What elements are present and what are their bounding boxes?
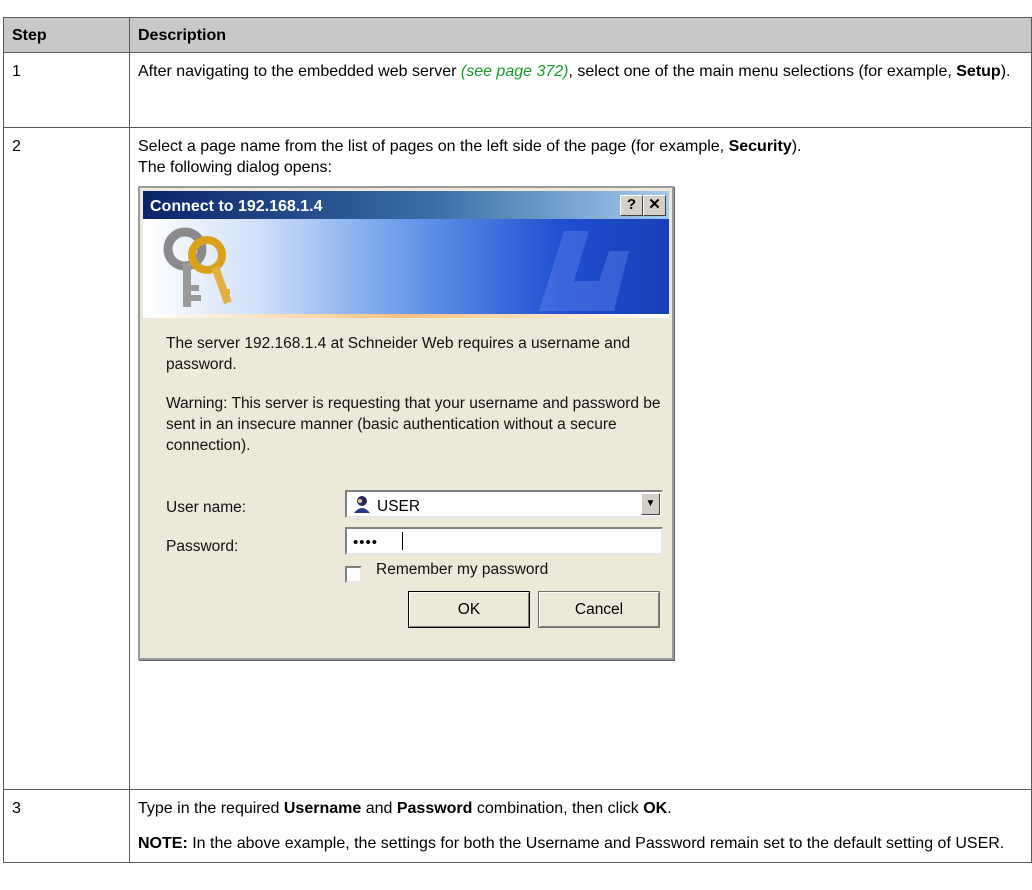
header-description: Description [129,17,1032,53]
dialog-banner [143,219,669,318]
password-label: Password: [166,538,239,555]
step-description: Type in the required Username and Passwo… [129,789,1032,863]
step-text: and [361,800,397,817]
dialog-message: The server 192.168.1.4 at Schneider Web … [166,335,631,373]
remember-label: Remember my password [376,561,549,578]
step-number: 1 [3,52,130,128]
watermark-keys-icon [539,231,629,311]
step-description: After navigating to the embedded web ser… [129,52,1032,128]
step-number: 2 [3,127,130,790]
login-dialog: Connect to 192.168.1.4 ? ✕ The server 19… [138,186,674,660]
emphasis-text: Password [396,800,473,817]
note-label: NOTE: [138,835,188,852]
remember-checkbox[interactable] [345,566,362,583]
password-field[interactable]: •••• [345,527,663,555]
table-row: 2 Select a page name from the list of pa… [3,127,1032,790]
step-text: ). [791,138,802,155]
step-description: Select a page name from the list of page… [129,127,1032,790]
page-reference-link[interactable]: (see page 372) [461,63,569,80]
table-row: 3 Type in the required Username and Pass… [3,789,1032,863]
user-icon [354,496,370,513]
ok-button[interactable]: OK [408,591,530,628]
emphasis-text: Security [728,138,792,155]
emphasis-text: OK [643,800,668,817]
note: NOTE: In the above example, the settings… [138,833,1023,854]
step-text: ). [1000,63,1011,80]
text-caret [402,532,403,550]
dialog-title: Connect to 192.168.1.4 [150,198,323,215]
close-button[interactable]: ✕ [643,195,666,216]
header-step: Step [3,17,130,53]
username-field[interactable]: USER ▼ [345,490,663,518]
steps-table: Step Description 1 After navigating to t… [3,17,1032,863]
note-text: In the above example, the settings for b… [187,835,1005,852]
table-row: 1 After navigating to the embedded web s… [3,52,1032,128]
step-text: . [667,800,672,817]
step-text: Type in the required [138,800,284,817]
chevron-down-icon[interactable]: ▼ [641,493,660,515]
username-value: USER [377,498,421,515]
keys-icon [163,227,232,307]
emphasis-text: Username [283,800,362,817]
dialog-titlebar: Connect to 192.168.1.4 ? ✕ [143,191,669,219]
password-value: •••• [353,534,379,551]
step-text: , select one of the main menu selections… [568,63,957,80]
table-header-row: Step Description [3,17,1032,53]
username-label: User name: [166,499,247,516]
dialog-warning: Warning: This server is requesting that … [166,395,661,454]
help-button[interactable]: ? [620,195,643,216]
step-number: 3 [3,789,130,863]
step-text: Select a page name from the list of page… [138,138,729,155]
cancel-button[interactable]: Cancel [538,591,660,628]
step-text: The following dialog opens: [138,159,332,176]
step-text: combination, then click [472,800,644,817]
emphasis-text: Setup [956,63,1001,80]
step-text: After navigating to the embedded web ser… [138,63,461,80]
